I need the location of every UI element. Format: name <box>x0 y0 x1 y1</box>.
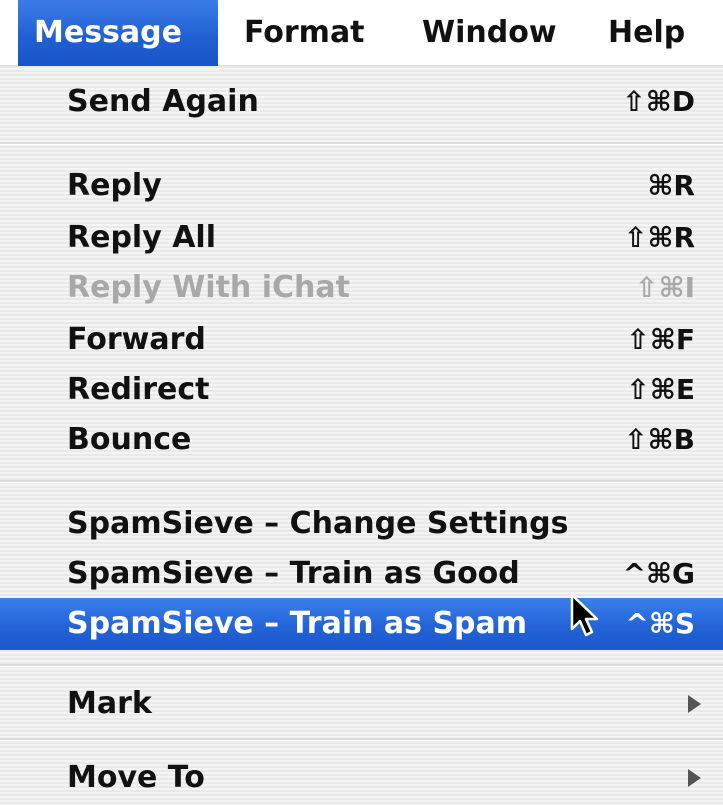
menu-item-shortcut: ⇧⌘R <box>624 221 695 254</box>
menu-item-mark[interactable]: Mark <box>0 678 723 730</box>
menu-item-redirect[interactable]: Redirect ⇧⌘E <box>0 364 723 416</box>
menu-item-forward[interactable]: Forward ⇧⌘F <box>0 314 723 366</box>
menu-item-reply[interactable]: Reply ⌘R <box>0 160 723 212</box>
menu-item-reply-with-ichat: Reply With iChat ⇧⌘I <box>0 262 723 314</box>
menu-item-move-to[interactable]: Move To <box>0 752 723 804</box>
menu-item-shortcut: ⇧⌘F <box>626 323 695 356</box>
menu-separator <box>0 738 723 741</box>
menu-item-shortcut: ⇧⌘D <box>622 85 695 118</box>
menu-item-label: Reply With iChat <box>67 270 350 305</box>
menu-item-shortcut: ⇧⌘E <box>626 373 695 406</box>
menu-item-shortcut: ⌘R <box>647 169 695 202</box>
menu-item-label: SpamSieve – Train as Good <box>67 556 520 591</box>
menu-item-label: Bounce <box>67 422 192 457</box>
mouse-pointer-icon <box>570 593 599 637</box>
menubar-item-window[interactable]: Window <box>406 0 576 66</box>
menu-item-shortcut: ⇧⌘B <box>624 423 695 456</box>
menu-item-shortcut: ^⌘S <box>625 607 695 640</box>
menu-item-label: Reply All <box>67 220 216 255</box>
menubar-item-message[interactable]: Message <box>18 0 218 66</box>
menu-item-label: Reply <box>67 168 162 203</box>
triangle-right-icon <box>688 769 701 787</box>
menu-item-spamsieve-train-good[interactable]: SpamSieve – Train as Good ^⌘G <box>0 548 723 600</box>
screen: Message Format Window Help Send Again ⇧⌘… <box>0 0 723 805</box>
menu-item-label: Forward <box>67 322 206 357</box>
menu-item-spamsieve-train-spam[interactable]: SpamSieve – Train as Spam ^⌘S <box>0 598 723 650</box>
menu-item-label: Mark <box>67 686 152 721</box>
message-menu: Send Again ⇧⌘D Reply ⌘R Reply All ⇧⌘R Re… <box>0 66 723 805</box>
menu-separator <box>0 142 723 145</box>
menu-item-shortcut: ^⌘G <box>622 557 695 590</box>
menu-item-label: SpamSieve – Change Settings <box>67 506 569 541</box>
menu-item-shortcut: ⇧⌘I <box>635 271 695 304</box>
menu-item-reply-all[interactable]: Reply All ⇧⌘R <box>0 212 723 264</box>
menu-item-label: SpamSieve – Train as Spam <box>67 606 528 641</box>
menu-item-spamsieve-change-settings[interactable]: SpamSieve – Change Settings <box>0 498 723 550</box>
menu-bar: Message Format Window Help <box>0 0 723 66</box>
menu-item-label: Send Again <box>67 84 259 119</box>
menu-separator <box>0 480 723 483</box>
menu-item-label: Move To <box>67 760 205 795</box>
triangle-right-icon <box>688 695 701 713</box>
menubar-item-help[interactable]: Help <box>592 0 702 66</box>
menu-item-bounce[interactable]: Bounce ⇧⌘B <box>0 414 723 466</box>
menu-item-send-again[interactable]: Send Again ⇧⌘D <box>0 76 723 128</box>
menu-separator <box>0 664 723 667</box>
menu-item-label: Redirect <box>67 372 210 407</box>
menubar-item-format[interactable]: Format <box>228 0 388 66</box>
